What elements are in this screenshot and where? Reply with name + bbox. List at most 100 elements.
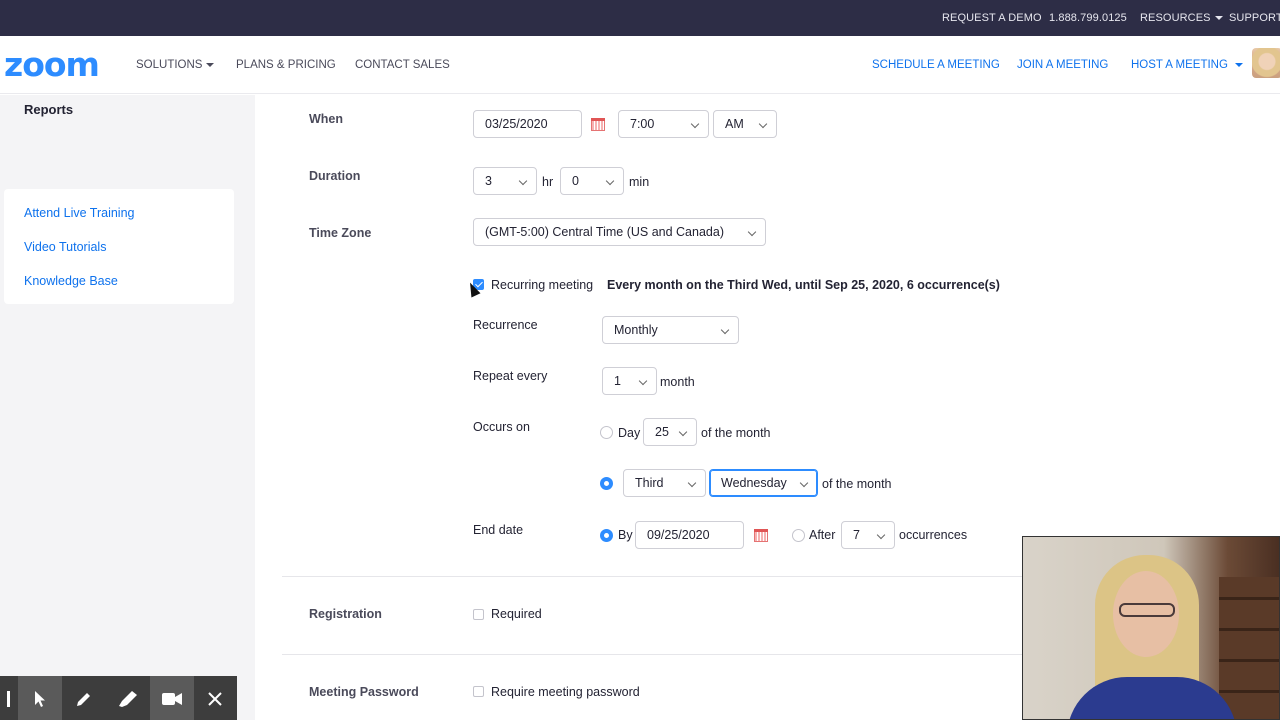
- occurrences-label: occurrences: [899, 528, 968, 542]
- duration-hours-select[interactable]: 3: [473, 167, 537, 195]
- recurring-meeting-label[interactable]: Recurring meeting: [491, 278, 593, 292]
- end-after-radio[interactable]: [792, 529, 805, 542]
- timezone-label: Time Zone: [309, 226, 372, 240]
- video-tutorials-link[interactable]: Video Tutorials: [24, 240, 106, 254]
- solutions-label: SOLUTIONS: [136, 59, 203, 71]
- calendar-icon[interactable]: [591, 118, 605, 131]
- chevron-down-icon: [1214, 16, 1223, 21]
- attend-live-training-link[interactable]: Attend Live Training: [24, 206, 135, 220]
- start-time-select[interactable]: 7:00: [618, 110, 709, 138]
- main-nav: zoom SOLUTIONS PLANS & PRICING CONTACT S…: [0, 36, 1280, 94]
- presenter-body: [1067, 677, 1237, 719]
- end-date-label: End date: [473, 523, 524, 537]
- pen-tool-button[interactable]: [62, 676, 106, 720]
- chevron-down-icon: [687, 478, 697, 488]
- pointer-tool-button[interactable]: [18, 676, 62, 720]
- sidebar-item-reports[interactable]: Reports: [24, 102, 73, 117]
- presenter-glasses: [1119, 603, 1175, 617]
- occurs-on-label: Occurs on: [473, 420, 530, 434]
- require-password-checkbox[interactable]: [473, 686, 484, 697]
- toolbar-handle[interactable]: [0, 676, 18, 720]
- close-toolbar-button[interactable]: [193, 676, 237, 720]
- host-meeting-menu[interactable]: HOST A MEETING: [1131, 59, 1243, 71]
- registration-required-label[interactable]: Required: [491, 607, 542, 621]
- ampm-value: AM: [725, 117, 744, 131]
- when-label: When: [309, 112, 344, 126]
- contact-sales-link[interactable]: CONTACT SALES: [355, 59, 450, 71]
- close-icon: [208, 692, 222, 706]
- of-the-month-label: of the month: [701, 426, 771, 440]
- video-camera-icon: [162, 693, 182, 706]
- pointer-icon: [35, 691, 45, 708]
- occurrences-select[interactable]: 7: [841, 521, 895, 549]
- webcam-video-overlay: [1022, 536, 1280, 720]
- highlighter-icon: [119, 691, 137, 708]
- host-meeting-label: HOST A MEETING: [1131, 59, 1228, 71]
- request-demo-link[interactable]: REQUEST A DEMO: [942, 12, 1042, 24]
- occurs-weekday-radio[interactable]: [600, 477, 613, 490]
- camera-button[interactable]: [150, 676, 194, 720]
- hours-unit: hr: [542, 175, 554, 189]
- duration-minutes-value: 0: [572, 174, 579, 188]
- user-avatar[interactable]: [1252, 48, 1280, 78]
- chevron-down-icon: [605, 176, 615, 186]
- end-by-radio[interactable]: [600, 529, 613, 542]
- top-utility-bar: REQUEST A DEMO 1.888.799.0125 RESOURCES …: [0, 0, 1280, 36]
- timezone-select[interactable]: (GMT-5:00) Central Time (US and Canada): [473, 218, 766, 246]
- chevron-down-icon: [747, 227, 757, 237]
- repeat-every-label: Repeat every: [473, 369, 548, 383]
- occurs-week-value: Third: [635, 476, 664, 490]
- join-meeting-link[interactable]: JOIN A MEETING: [1017, 59, 1108, 71]
- start-date-input[interactable]: 03/25/2020: [473, 110, 582, 138]
- phone-number[interactable]: 1.888.799.0125: [1049, 12, 1127, 24]
- bookshelf: [1219, 577, 1279, 719]
- plans-pricing-link[interactable]: PLANS & PRICING: [236, 59, 336, 71]
- occurs-day-label: Day: [618, 426, 641, 440]
- meeting-password-label: Meeting Password: [309, 685, 419, 699]
- occurs-week-select[interactable]: Third: [623, 469, 706, 497]
- knowledge-base-link[interactable]: Knowledge Base: [24, 274, 118, 288]
- chevron-down-icon: [1234, 62, 1243, 67]
- highlighter-tool-button[interactable]: [106, 676, 150, 720]
- chevron-down-icon: [799, 478, 809, 488]
- chevron-down-icon: [690, 119, 700, 129]
- start-time-value: 7:00: [630, 117, 655, 131]
- recurrence-label: Recurrence: [473, 318, 538, 332]
- end-date-input[interactable]: 09/25/2020: [635, 521, 744, 549]
- recurrence-value: Monthly: [614, 323, 658, 337]
- end-after-label: After: [809, 528, 836, 542]
- chevron-down-icon: [638, 376, 648, 386]
- chevron-down-icon: [876, 530, 886, 540]
- section-divider: [282, 576, 1022, 577]
- chevron-down-icon: [758, 119, 768, 129]
- minutes-unit: min: [629, 175, 650, 189]
- occurs-weekday-select[interactable]: Wednesday: [709, 469, 818, 497]
- repeat-interval-select[interactable]: 1: [602, 367, 657, 395]
- end-by-label: By: [618, 528, 633, 542]
- chevron-down-icon: [678, 427, 688, 437]
- chevron-down-icon: [518, 176, 528, 186]
- require-password-label[interactable]: Require meeting password: [491, 685, 640, 699]
- chevron-down-icon: [720, 325, 730, 335]
- calendar-icon[interactable]: [754, 529, 768, 542]
- occurs-weekday-value: Wednesday: [721, 476, 787, 490]
- zoom-logo[interactable]: zoom: [4, 48, 100, 81]
- occurs-day-value: 25: [655, 425, 669, 439]
- occurs-day-radio[interactable]: [600, 426, 613, 439]
- pen-icon: [77, 693, 90, 707]
- occurs-day-select[interactable]: 25: [643, 418, 697, 446]
- registration-label: Registration: [309, 607, 382, 621]
- of-the-month-label-2: of the month: [822, 477, 892, 491]
- duration-minutes-select[interactable]: 0: [560, 167, 624, 195]
- occurrences-value: 7: [853, 528, 860, 542]
- schedule-meeting-link[interactable]: SCHEDULE A MEETING: [872, 59, 1000, 71]
- ampm-select[interactable]: AM: [713, 110, 777, 138]
- repeat-unit: month: [660, 375, 695, 389]
- resources-menu[interactable]: RESOURCES: [1140, 12, 1223, 24]
- recurrence-select[interactable]: Monthly: [602, 316, 739, 344]
- solutions-menu[interactable]: SOLUTIONS: [136, 59, 215, 71]
- support-link[interactable]: SUPPORT: [1229, 12, 1280, 24]
- registration-required-checkbox[interactable]: [473, 609, 484, 620]
- repeat-interval-value: 1: [614, 374, 621, 388]
- duration-hours-value: 3: [485, 174, 492, 188]
